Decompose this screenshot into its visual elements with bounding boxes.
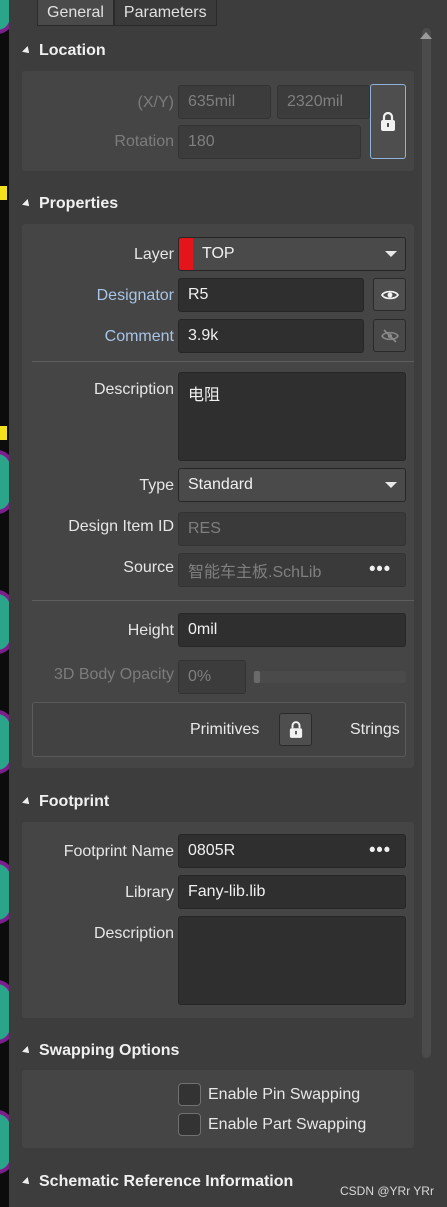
slider-handle[interactable] xyxy=(254,671,260,683)
section-title: Swapping Options xyxy=(39,1042,180,1059)
footprint-name-label: Footprint Name xyxy=(63,843,174,860)
layer-select[interactable]: TOP xyxy=(178,237,406,271)
location-lock-button[interactable] xyxy=(370,84,406,159)
pcb-pad xyxy=(0,426,7,440)
more-dots-icon[interactable]: ••• xyxy=(369,558,391,579)
footprint-name-value: 0805R xyxy=(188,842,236,859)
section-title: Properties xyxy=(39,195,119,212)
designator-label: Designator xyxy=(96,287,174,304)
source-value: 智能车主板.SchLib xyxy=(188,564,322,581)
pcb-trace-shape xyxy=(0,980,9,1044)
primitives-lock-button[interactable] xyxy=(279,713,312,746)
designator-input[interactable]: R5 xyxy=(178,278,364,312)
comment-input[interactable]: 3.9k xyxy=(178,319,364,353)
description-label: Description xyxy=(93,381,174,398)
designator-visibility-button[interactable] xyxy=(373,278,406,311)
type-select[interactable]: Standard xyxy=(178,468,406,502)
pcb-canvas-edge xyxy=(0,0,9,1207)
pcb-trace-shape xyxy=(0,860,9,924)
collapse-triangle-icon xyxy=(22,46,32,56)
collapse-triangle-icon xyxy=(22,1046,32,1056)
y-input[interactable]: 2320mil xyxy=(277,85,370,119)
pcb-trace-shape xyxy=(0,590,9,654)
primitives-bar: Primitives Strings xyxy=(32,702,406,757)
design-item-id-label: Design Item ID xyxy=(68,518,174,535)
design-item-id-input[interactable]: RES xyxy=(178,512,406,546)
part-swapping-checkbox[interactable] xyxy=(178,1113,201,1136)
section-properties-header[interactable]: Properties xyxy=(22,195,119,213)
tab-parameters[interactable]: Parameters xyxy=(113,0,217,26)
comment-label: Comment xyxy=(104,328,174,345)
pcb-pad xyxy=(0,186,7,200)
lock-icon xyxy=(381,111,395,131)
layer-value: TOP xyxy=(202,245,235,262)
description-textarea[interactable]: 电阻 xyxy=(178,372,406,461)
tab-bar: General Parameters xyxy=(37,0,217,26)
comment-visibility-button[interactable] xyxy=(373,319,406,352)
opacity-label: 3D Body Opacity xyxy=(53,666,174,683)
layer-label: Layer xyxy=(133,246,174,263)
pcb-trace-shape xyxy=(0,710,9,774)
type-value: Standard xyxy=(188,476,253,493)
pcb-trace-shape xyxy=(0,1110,9,1174)
tab-general[interactable]: General xyxy=(37,0,114,26)
rotation-input[interactable]: 180 xyxy=(178,125,361,159)
footprint-description-label: Description xyxy=(93,925,174,942)
section-title: Footprint xyxy=(39,793,110,810)
more-dots-icon[interactable]: ••• xyxy=(369,839,391,860)
opacity-input[interactable]: 0% xyxy=(178,660,246,694)
strings-label: Strings xyxy=(350,721,400,738)
part-swapping-label: Enable Part Swapping xyxy=(208,1116,367,1133)
collapse-triangle-icon xyxy=(22,199,32,209)
section-swapping-header[interactable]: Swapping Options xyxy=(22,1042,180,1060)
swapping-group xyxy=(22,1070,414,1148)
section-schematic-header[interactable]: Schematic Reference Information xyxy=(22,1173,294,1191)
scroll-up-icon[interactable] xyxy=(420,32,432,39)
layer-color-swatch xyxy=(179,238,193,270)
divider xyxy=(32,600,414,601)
section-title: Location xyxy=(39,42,106,59)
library-label: Library xyxy=(125,884,174,901)
chevron-down-icon xyxy=(385,251,397,257)
source-label: Source xyxy=(123,559,174,576)
properties-panel: General Parameters Location (X/Y) 635mil… xyxy=(9,0,447,1207)
pcb-trace-shape xyxy=(0,450,9,514)
pcb-trace-shape xyxy=(0,0,9,34)
xy-label: (X/Y) xyxy=(137,94,174,111)
x-input[interactable]: 635mil xyxy=(178,85,271,119)
lock-icon xyxy=(289,720,302,738)
section-location-header[interactable]: Location xyxy=(22,42,106,60)
collapse-triangle-icon xyxy=(22,1177,32,1187)
section-footprint-header[interactable]: Footprint xyxy=(22,793,110,811)
library-input[interactable]: Fany-lib.lib xyxy=(178,875,406,909)
chevron-down-icon xyxy=(385,482,397,488)
watermark: CSDN @YRr YRr xyxy=(340,1184,434,1198)
rotation-label: Rotation xyxy=(114,133,174,150)
eye-off-icon xyxy=(380,328,399,343)
pin-swapping-label: Enable Pin Swapping xyxy=(208,1086,361,1103)
opacity-slider[interactable] xyxy=(253,671,406,683)
footprint-name-input[interactable]: 0805R ••• xyxy=(178,834,406,868)
collapse-triangle-icon xyxy=(22,797,32,807)
type-label: Type xyxy=(139,477,174,494)
pin-swapping-checkbox[interactable] xyxy=(178,1083,201,1106)
eye-icon xyxy=(380,290,399,299)
section-title: Schematic Reference Information xyxy=(39,1173,294,1190)
height-input[interactable]: 0mil xyxy=(178,613,406,647)
footprint-description-textarea[interactable] xyxy=(178,916,406,1005)
height-label: Height xyxy=(127,622,174,639)
divider xyxy=(32,361,414,362)
scrollbar[interactable] xyxy=(422,28,431,1058)
source-input[interactable]: 智能车主板.SchLib ••• xyxy=(178,553,406,587)
primitives-label: Primitives xyxy=(190,721,260,738)
